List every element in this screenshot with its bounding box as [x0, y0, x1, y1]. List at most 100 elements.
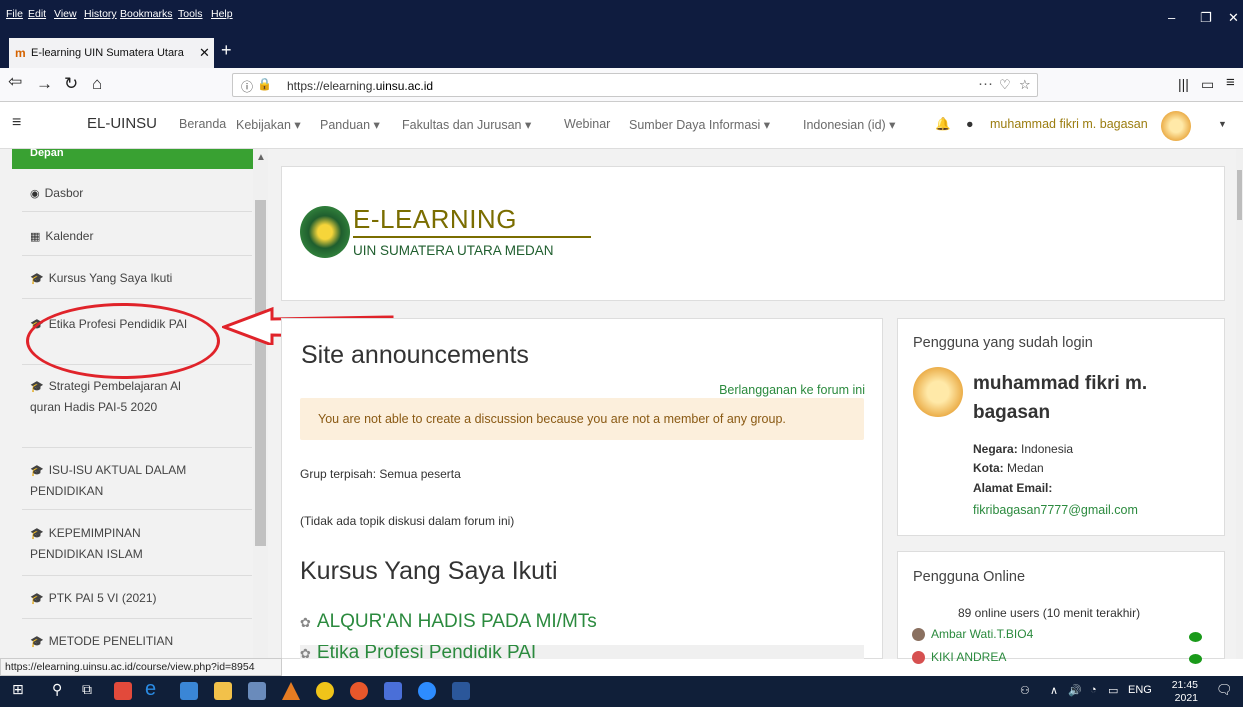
nav-beranda[interactable]: Beranda: [179, 117, 226, 131]
reload-icon[interactable]: ↻: [64, 74, 78, 94]
sidebar-item-label: ISU-ISU AKTUAL DALAM PENDIDIKAN: [30, 463, 187, 498]
sidebar-item-label: PTK PAI 5 VI (2021): [48, 591, 157, 605]
restore-icon[interactable]: ❐: [1200, 10, 1212, 26]
page-scrollbar[interactable]: [1236, 149, 1243, 659]
page-actions-icon[interactable]: ···: [978, 75, 993, 92]
zoom-icon[interactable]: [418, 682, 436, 700]
new-tab-button[interactable]: +: [221, 40, 232, 61]
forward-icon[interactable]: →: [36, 74, 53, 94]
minimize-icon[interactable]: –: [1168, 10, 1175, 25]
app-icon[interactable]: [384, 682, 402, 700]
word-icon[interactable]: [452, 682, 470, 700]
sidebar-item-kalender[interactable]: ▦ Kalender: [30, 226, 250, 247]
file-explorer-icon[interactable]: [214, 682, 232, 700]
city-info: Kota: Medan: [973, 461, 1044, 475]
library-icon[interactable]: |||: [1178, 76, 1189, 92]
url-bar[interactable]: ⓘ 🔒 https://elearning.uinsu.ac.id ··· ♡ …: [232, 73, 1038, 97]
menu-tools[interactable]: Tools: [178, 8, 203, 20]
nav-language[interactable]: Indonesian (id) ▾: [803, 117, 895, 132]
annotation-ellipse: [26, 303, 220, 379]
app-icon[interactable]: [114, 682, 132, 700]
subscribe-link[interactable]: Berlangganan ke forum ini: [700, 383, 865, 397]
app-icon[interactable]: [248, 682, 266, 700]
search-icon[interactable]: ⚲: [52, 681, 62, 698]
menu-bookmarks[interactable]: Bookmarks: [120, 8, 173, 20]
user-menu-name[interactable]: muhammad fikri m. bagasan: [990, 117, 1148, 131]
tab-close-icon[interactable]: ✕: [199, 45, 210, 61]
home-icon[interactable]: ⌂: [92, 74, 102, 94]
user-fullname[interactable]: muhammad fikri m. bagasan: [973, 369, 1213, 427]
page-scroll-thumb[interactable]: [1237, 170, 1242, 220]
menu-file[interactable]: File: [6, 8, 23, 20]
wifi-icon[interactable]: ◔: [1090, 684, 1097, 696]
scroll-up-icon[interactable]: ▲: [256, 152, 266, 163]
browser-tab[interactable]: m E-learning UIN Sumatera Utara ✕: [9, 38, 214, 68]
clock[interactable]: 21:45 2021: [1160, 679, 1198, 705]
app-icon[interactable]: [180, 682, 198, 700]
pocket-icon[interactable]: ♡: [999, 77, 1011, 93]
sidebar-item-isu-isu[interactable]: 🎓 ISU-ISU AKTUAL DALAM PENDIDIKAN: [30, 460, 208, 501]
online-count: 89 online users (10 menit terakhir): [958, 606, 1141, 620]
edge-icon[interactable]: e: [145, 678, 156, 701]
course-link[interactable]: ✿ Etika Profesi Pendidik PAI: [300, 645, 864, 659]
avatar[interactable]: [913, 367, 963, 417]
sidebar-item-kursus[interactable]: 🎓 Kursus Yang Saya Ikuti: [30, 268, 250, 289]
sidebar-item-kepemimpinan[interactable]: 🎓 KEPEMIMPINAN PENDIDIKAN ISLAM: [30, 523, 208, 564]
group-mode-label: Grup terpisah: Semua peserta: [300, 467, 461, 481]
nav-webinar[interactable]: Webinar: [564, 117, 610, 131]
sidebar-item-label: Dasbor: [44, 186, 84, 200]
bookmark-star-icon[interactable]: ☆: [1019, 77, 1031, 93]
course-link[interactable]: ✿ ALQUR'AN HADIS PADA MI/MTs: [300, 611, 864, 633]
people-icon[interactable]: ⚇: [1020, 684, 1030, 697]
sidebar-home-item[interactable]: Depan: [12, 147, 262, 169]
user-menu-caret-icon[interactable]: ▼: [1218, 119, 1227, 129]
city-label: Kota:: [973, 461, 1004, 475]
messages-icon[interactable]: ●: [966, 117, 974, 131]
country-value: Indonesia: [1021, 442, 1074, 456]
firefox-icon[interactable]: [350, 682, 368, 700]
drawer-toggle-icon[interactable]: ≡: [12, 114, 21, 132]
close-icon[interactable]: ✕: [1228, 10, 1239, 26]
sidebar-item-strategi[interactable]: 🎓 Strategi Pembelajaran Al quran Hadis PA…: [30, 376, 208, 417]
message-icon[interactable]: [1189, 632, 1202, 642]
email-link[interactable]: fikribagasan7777@gmail.com: [973, 503, 1138, 517]
sidebar-item-ptk[interactable]: 🎓 PTK PAI 5 VI (2021): [30, 588, 250, 609]
url-domain: uinsu.ac.id: [375, 79, 434, 93]
notification-bell-icon[interactable]: 🔔: [935, 117, 951, 132]
lock-icon: 🔒: [257, 77, 272, 91]
url-text[interactable]: https://elearning.uinsu.ac.id: [287, 79, 433, 93]
nav-sumber-daya[interactable]: Sumber Daya Informasi ▾: [629, 117, 770, 132]
task-view-icon[interactable]: ⧉: [82, 681, 92, 698]
online-user[interactable]: Ambar Wati.T.BIO4: [912, 627, 1033, 642]
app-icon[interactable]: [316, 682, 334, 700]
online-user[interactable]: KIKI ANDREA: [912, 650, 1006, 665]
back-icon[interactable]: ⇦: [8, 72, 22, 92]
menu-history[interactable]: History: [84, 8, 117, 20]
info-icon[interactable]: ⓘ: [241, 78, 253, 95]
windows-start-icon[interactable]: ⊞: [12, 681, 24, 698]
volume-icon[interactable]: 🔊: [1068, 684, 1082, 697]
graduation-cap-icon: 🎓: [30, 636, 44, 648]
sidebar-toggle-icon[interactable]: ▭: [1201, 76, 1214, 93]
message-icon[interactable]: [1189, 654, 1202, 664]
menu-hamburger-icon[interactable]: ≡: [1226, 74, 1235, 91]
email-info: Alamat Email:: [973, 481, 1052, 495]
sidebar-home-label: Depan: [30, 147, 64, 159]
nav-kebijakan[interactable]: Kebijakan ▾: [236, 117, 301, 132]
menu-help[interactable]: Help: [211, 8, 233, 20]
nav-panduan[interactable]: Panduan ▾: [320, 117, 380, 132]
nav-fakultas[interactable]: Fakultas dan Jurusan ▾: [402, 117, 531, 132]
sidebar-scroll-thumb[interactable]: [255, 200, 266, 546]
battery-icon[interactable]: ▭: [1108, 684, 1118, 697]
sidebar-item-metode[interactable]: 🎓 METODE PENELITIAN: [30, 631, 250, 652]
sidebar-item-dasbor[interactable]: ◉ Dasbor: [30, 183, 250, 204]
menu-edit[interactable]: Edit: [28, 8, 46, 20]
notification-center-icon[interactable]: 🗨: [1216, 682, 1233, 698]
site-announcements-title: Site announcements: [301, 341, 529, 369]
language-indicator[interactable]: ENG: [1128, 684, 1152, 696]
avatar[interactable]: [1161, 111, 1191, 141]
site-brand[interactable]: EL-UINSU: [87, 115, 157, 132]
menu-view[interactable]: View: [54, 8, 77, 20]
graduation-cap-icon: 🎓: [30, 273, 44, 285]
tray-expand-icon[interactable]: ∧: [1050, 684, 1058, 697]
